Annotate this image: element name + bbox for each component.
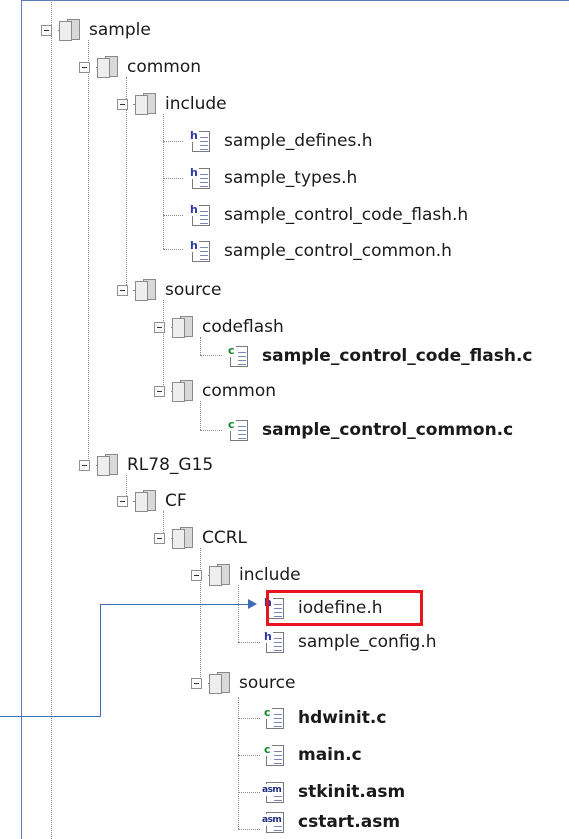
tree-node-label: include (239, 565, 301, 585)
file-label: sample_control_common.h (224, 241, 452, 261)
header-file-icon: h (262, 630, 286, 654)
c-source-file-icon: c (226, 418, 250, 442)
tree-file-cstart-asm[interactable]: asm cstart.asm (261, 805, 401, 839)
header-file-icon: h (188, 203, 212, 227)
callout-line (100, 604, 248, 605)
file-label: sample_control_code_flash.c (262, 346, 533, 366)
folder-icon (96, 56, 120, 78)
file-label: stkinit.asm (298, 782, 406, 802)
tree-node-label: common (202, 381, 277, 401)
collapse-toggle-icon[interactable] (79, 459, 90, 471)
tree-node-common-include[interactable]: include (117, 87, 227, 121)
header-file-icon: h (188, 239, 212, 263)
callout-arrow-icon (248, 599, 257, 609)
collapse-toggle-icon[interactable] (154, 321, 165, 333)
tree-file-sample-control-common-h[interactable]: h sample_control_common.h (188, 234, 452, 268)
tree-node-sample[interactable]: sample (41, 13, 151, 47)
collapse-toggle-icon[interactable] (117, 284, 128, 296)
collapse-toggle-icon[interactable] (117, 98, 128, 110)
file-label: sample_config.h (298, 632, 437, 652)
tree-branch (238, 642, 260, 643)
tree-node-label: CF (165, 491, 187, 511)
collapse-toggle-icon[interactable] (154, 532, 165, 544)
tree-connector-line (238, 585, 239, 642)
tree-file-stkinit-asm[interactable]: asm stkinit.asm (261, 775, 406, 809)
tree-branch (163, 178, 183, 179)
tree-file-sample-control-code-flash-c[interactable]: c sample_control_code_flash.c (226, 339, 533, 373)
file-label: cstart.asm (298, 812, 401, 832)
folder-icon (134, 490, 158, 512)
tree-file-sample-control-common-c[interactable]: c sample_control_common.c (226, 413, 513, 447)
tree-node-ccrl-source[interactable]: source (191, 666, 295, 700)
file-label: sample_types.h (224, 168, 358, 188)
tree-file-main-c[interactable]: c main.c (262, 738, 362, 772)
tree-file-hdwinit-c[interactable]: c hdwinit.c (262, 701, 386, 735)
collapse-toggle-icon[interactable] (117, 495, 128, 507)
tree-connector-line (163, 114, 164, 249)
tree-file-sample-types-h[interactable]: h sample_types.h (188, 161, 357, 195)
tree-branch (238, 829, 260, 830)
collapse-toggle-icon[interactable] (191, 677, 202, 689)
folder-icon (171, 527, 195, 549)
tree-node-label: codeflash (202, 317, 284, 337)
collapse-toggle-icon[interactable] (154, 385, 165, 397)
callout-line (0, 716, 101, 717)
asm-file-icon: asm (261, 780, 286, 804)
folder-icon (134, 279, 158, 301)
tree-node-ccrl[interactable]: CCRL (154, 521, 247, 555)
tree-branch (238, 755, 260, 756)
tree-node-source-common[interactable]: common (154, 374, 276, 408)
highlight-box (266, 590, 423, 626)
tree-branch (238, 718, 260, 719)
folder-icon (208, 564, 232, 586)
tree-connector-line (238, 697, 239, 829)
tree-node-label: RL78_G15 (127, 455, 214, 475)
header-file-icon: h (188, 166, 212, 190)
tree-branch (200, 355, 222, 356)
tree-file-sample-config-h[interactable]: h sample_config.h (262, 625, 437, 659)
tree-file-sample-defines-h[interactable]: h sample_defines.h (188, 124, 373, 158)
asm-file-icon: asm (261, 810, 286, 834)
tree-node-label: sample (89, 20, 151, 40)
tree-branch (163, 141, 183, 142)
c-source-file-icon: c (262, 743, 286, 767)
tree-branch (238, 792, 260, 793)
tree-node-common[interactable]: common (79, 50, 201, 84)
file-label: hdwinit.c (298, 708, 387, 728)
tree-node-cf[interactable]: CF (117, 484, 187, 518)
tree-branch (163, 215, 183, 216)
folder-icon (208, 672, 232, 694)
file-label: sample_defines.h (224, 131, 373, 151)
folder-icon (171, 316, 195, 338)
tree-node-ccrl-include[interactable]: include (191, 558, 301, 592)
folder-icon (96, 454, 120, 476)
c-source-file-icon: c (262, 706, 286, 730)
tree-connector-line (51, 0, 52, 839)
panel-border-top (21, 0, 569, 1)
tree-connector-line (88, 40, 89, 465)
collapse-toggle-icon[interactable] (191, 569, 202, 581)
file-label: sample_control_code_flash.h (224, 205, 469, 225)
folder-icon (171, 380, 195, 402)
c-source-file-icon: c (226, 344, 250, 368)
tree-node-rl78-g15[interactable]: RL78_G15 (79, 448, 213, 482)
tree-branch (163, 249, 183, 250)
tree-node-common-source[interactable]: source (117, 273, 221, 307)
folder-icon (134, 93, 158, 115)
tree-node-label: common (127, 57, 202, 77)
callout-line (100, 604, 101, 716)
tree-file-sample-control-code-flash-h[interactable]: h sample_control_code_flash.h (188, 198, 468, 232)
tree-branch (200, 430, 222, 431)
header-file-icon: h (188, 129, 212, 153)
folder-icon (58, 19, 82, 41)
collapse-toggle-icon[interactable] (41, 24, 52, 36)
tree-node-label: CCRL (202, 528, 248, 548)
tree-node-label: source (165, 280, 222, 300)
collapse-toggle-icon[interactable] (79, 61, 90, 73)
file-label: sample_control_common.c (262, 420, 514, 440)
panel-border-left (21, 0, 22, 839)
tree-node-label: include (165, 94, 227, 114)
tree-node-label: source (239, 673, 296, 693)
file-label: main.c (298, 745, 362, 765)
